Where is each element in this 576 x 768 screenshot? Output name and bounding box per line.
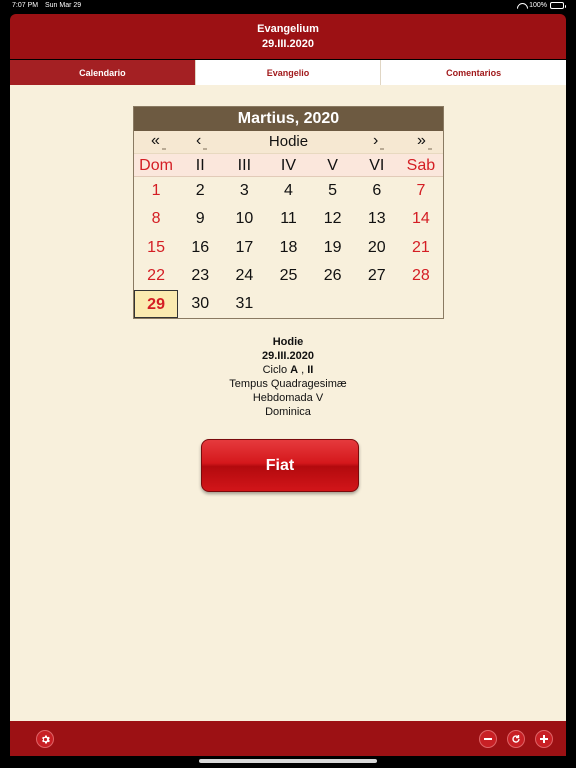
status-bar: 7:07 PM Sun Mar 29 100%: [0, 0, 576, 12]
weekday-label: II: [195, 157, 205, 174]
weekday-label: VI: [369, 157, 385, 174]
home-indicator: [199, 759, 377, 763]
gear-icon: [41, 734, 50, 744]
calendar-day[interactable]: 25: [266, 262, 310, 290]
info-date: 29.III.2020: [262, 350, 314, 362]
info-date-line: 29.III.2020: [10, 350, 566, 362]
weekday-label: Sab: [406, 157, 436, 174]
next-month-button[interactable]: ›: [373, 132, 386, 150]
calendar-day[interactable]: 11: [266, 205, 310, 233]
cycle-b: II: [307, 364, 314, 376]
calendar-nav: « ‹ Hodie › »: [134, 131, 443, 154]
zoom-in-button[interactable]: [535, 730, 553, 748]
status-right: 100%: [517, 2, 566, 9]
settings-button[interactable]: [36, 730, 54, 748]
tab-bar: Calendario Evangelio Comentarios: [10, 60, 566, 85]
info-cycle: Ciclo A , II: [10, 364, 566, 376]
calendar-day[interactable]: 20: [355, 234, 399, 262]
calendar-empty-cell: [266, 290, 310, 318]
content-area: Martius, 2020 « ‹ Hodie › » Dom II III I…: [10, 85, 566, 721]
calendar-day[interactable]: 22: [134, 262, 178, 290]
header-subtitle: 29.III.2020: [262, 38, 314, 50]
minus-icon: [484, 738, 492, 740]
calendar-day[interactable]: 15: [134, 234, 178, 262]
calendar-day[interactable]: 21: [399, 234, 443, 262]
tab-calendario[interactable]: Calendario: [10, 60, 196, 85]
app-header: Evangelium 29.III.2020: [10, 14, 566, 59]
cycle-a: A: [290, 364, 299, 376]
today-button[interactable]: Hodie: [134, 133, 443, 150]
weekday-label: IV: [280, 157, 297, 174]
plus-icon: [540, 735, 548, 743]
calendar-week-row: 29 30 31: [134, 290, 443, 319]
calendar-empty-cell: [399, 290, 443, 318]
screen: 7:07 PM Sun Mar 29 100% Evangelium 29.II…: [0, 0, 576, 768]
weekday-label: III: [237, 157, 252, 174]
calendar-week-row: 1234567: [134, 177, 443, 205]
calendar-week-row: 15 16 17 18 19 20 21: [134, 234, 443, 262]
calendar-day[interactable]: 31: [222, 290, 266, 318]
cycle-sep: ,: [298, 364, 308, 376]
calendar-day[interactable]: 30: [178, 290, 222, 318]
calendar-day[interactable]: 26: [311, 262, 355, 290]
tab-comentarios[interactable]: Comentarios: [381, 60, 566, 85]
info-day: Dominica: [265, 406, 311, 418]
wifi-icon: [517, 3, 526, 9]
zoom-out-button[interactable]: [479, 730, 497, 748]
calendar-day[interactable]: 19: [311, 234, 355, 262]
calendar-empty-cell: [311, 290, 355, 318]
calendar: Martius, 2020 « ‹ Hodie › » Dom II III I…: [133, 106, 444, 320]
refresh-button[interactable]: [507, 730, 525, 748]
info-today-label: Hodie: [272, 336, 304, 348]
battery-icon: [550, 2, 566, 9]
calendar-day[interactable]: 3: [222, 177, 266, 205]
info-week: Hebdomada V: [252, 392, 324, 404]
calendar-day[interactable]: 8: [134, 205, 178, 233]
calendar-day[interactable]: 7: [399, 177, 443, 205]
calendar-day[interactable]: 1: [134, 177, 178, 205]
tab-evangelio[interactable]: Evangelio: [196, 60, 382, 85]
calendar-day[interactable]: 9: [178, 205, 222, 233]
calendar-day[interactable]: 6: [355, 177, 399, 205]
calendar-day[interactable]: 28: [399, 262, 443, 290]
calendar-day[interactable]: 13: [355, 205, 399, 233]
calendar-day[interactable]: 5: [311, 177, 355, 205]
status-time: 7:07 PM: [12, 2, 39, 9]
refresh-icon: [512, 735, 520, 743]
calendar-week-row: 8 9 10 11 12 13 14: [134, 205, 443, 233]
calendar-week-row: 22 23 24 25 26 27 28: [134, 262, 443, 290]
calendar-day[interactable]: 29: [134, 290, 179, 319]
calendar-day[interactable]: 18: [266, 234, 310, 262]
cycle-prefix: Ciclo: [262, 364, 291, 376]
calendar-day[interactable]: 23: [178, 262, 222, 290]
calendar-month-title: Martius, 2020: [134, 107, 443, 131]
footer-toolbar: [10, 721, 566, 756]
info-label: Hodie: [10, 336, 566, 348]
header-title: Evangelium: [257, 23, 319, 35]
next-year-button[interactable]: »: [417, 132, 432, 150]
calendar-day[interactable]: 2: [178, 177, 222, 205]
calendar-day[interactable]: 27: [355, 262, 399, 290]
calendar-day[interactable]: 17: [222, 234, 266, 262]
status-date: Sun Mar 29: [45, 2, 82, 9]
info-season: Tempus Quadragesimæ: [229, 378, 347, 390]
weekday-label: V: [327, 157, 338, 174]
calendar-day[interactable]: 10: [222, 205, 266, 233]
fiat-button[interactable]: Fiat: [201, 439, 359, 492]
calendar-day[interactable]: 24: [222, 262, 266, 290]
calendar-day[interactable]: 14: [399, 205, 443, 233]
calendar-day[interactable]: 16: [178, 234, 222, 262]
battery-percent: 100%: [529, 2, 547, 9]
weekday-label: Dom: [139, 157, 173, 174]
weekday-header: Dom II III IV V VI Sab: [134, 154, 443, 177]
calendar-day[interactable]: 12: [311, 205, 355, 233]
calendar-grid: 1 2 3 4 5 6 7 8 9 10 11 12 13 14 15 16 17 18 19 20 21 22 23 24 2…: [134, 177, 443, 319]
calendar-empty-cell: [355, 290, 399, 318]
calendar-day[interactable]: 4: [266, 177, 310, 205]
